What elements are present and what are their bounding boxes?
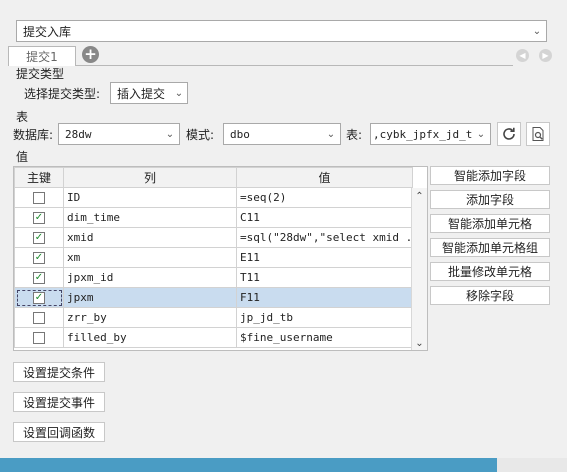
refresh-icon — [503, 127, 515, 140]
chevron-down-icon: ⌄ — [476, 128, 486, 140]
table-select[interactable]: ,cybk_jpfx_jd_tb ⌄ — [370, 123, 491, 145]
value-cell[interactable]: T11 — [236, 267, 413, 288]
column-name-cell[interactable]: zrr_by — [63, 307, 237, 328]
tab-strip-line — [8, 65, 513, 66]
column-name-cell[interactable]: jpxm — [63, 287, 237, 308]
primary-key-cell — [14, 307, 64, 328]
bottom-status-bar-right — [497, 458, 567, 472]
remove-field-button[interactable]: 移除字段 — [430, 286, 550, 305]
value-cell[interactable]: jp_jd_tb — [236, 307, 413, 328]
submit-mode-select[interactable]: 提交入库 ⌄ — [16, 20, 547, 42]
values-table-container: 主键 列 值 ID =seq(2) ✓ dim_time C11 ✓ xmid =sql("2… — [13, 166, 428, 351]
chevron-down-icon: ⌄ — [165, 128, 175, 140]
value-cell[interactable]: F11 — [236, 287, 413, 308]
chevron-down-icon: ⌄ — [326, 128, 336, 140]
column-name-cell[interactable]: ID — [63, 187, 237, 208]
primary-key-cell: ✓ — [14, 247, 64, 268]
table-row[interactable]: ✓ jpxm F11 — [14, 287, 413, 308]
scroll-down-icon[interactable]: ⌄ — [415, 338, 423, 349]
tab-scroll-right-icon[interactable]: ▶ — [539, 49, 552, 62]
values-table-header: 主键 列 值 — [14, 167, 413, 188]
primary-key-checkbox[interactable]: ✓ — [33, 271, 45, 284]
table-value: ,cybk_jpfx_jd_tb — [373, 127, 472, 141]
table-row[interactable]: ✓ jpxm_id T11 — [14, 267, 413, 288]
primary-key-cell — [14, 327, 64, 348]
column-name-cell[interactable]: xmid — [63, 227, 237, 248]
search-doc-icon — [532, 127, 544, 141]
table-row[interactable]: ✓ xmid =sql("28dw","select xmid ... — [14, 227, 413, 248]
submit-type-label: 选择提交类型: — [24, 87, 101, 101]
set-submit-condition-button[interactable]: 设置提交条件 — [13, 362, 105, 382]
table-label: 表: — [346, 128, 363, 142]
set-submit-event-button[interactable]: 设置提交事件 — [13, 392, 105, 412]
primary-key-checkbox[interactable]: ✓ — [33, 231, 45, 244]
values-table-scrollbar[interactable]: ⌃ ⌄ — [411, 188, 427, 350]
column-name-cell[interactable]: dim_time — [63, 207, 237, 228]
database-select[interactable]: 28dw ⌄ — [58, 123, 180, 145]
column-name-cell[interactable]: filled_by — [63, 327, 237, 348]
database-value: 28dw — [65, 127, 92, 141]
tab-scroll-left-icon[interactable]: ◀ — [516, 49, 529, 62]
table-row[interactable]: ID =seq(2) — [14, 187, 413, 208]
primary-key-checkbox[interactable] — [33, 191, 45, 204]
primary-key-checkbox[interactable] — [33, 311, 45, 324]
value-cell[interactable]: $fine_username — [236, 327, 413, 348]
values-section-title: 值 — [16, 150, 29, 164]
primary-key-cell: ✓ — [14, 227, 64, 248]
submit-mode-value: 提交入库 — [23, 24, 72, 39]
set-callback-button[interactable]: 设置回调函数 — [13, 422, 105, 442]
table-row[interactable]: zrr_by jp_jd_tb — [14, 307, 413, 328]
values-table: 主键 列 值 ID =seq(2) ✓ dim_time C11 ✓ xmid =sql("2… — [14, 167, 413, 348]
smart-add-cell-group-button[interactable]: 智能添加单元格组 — [430, 238, 550, 257]
header-column: 列 — [63, 167, 237, 188]
column-name-cell[interactable]: jpxm_id — [63, 267, 237, 288]
primary-key-cell: ✓ — [14, 267, 64, 288]
primary-key-checkbox[interactable]: ✓ — [33, 251, 45, 264]
schema-select[interactable]: dbo ⌄ — [223, 123, 341, 145]
header-key: 主键 — [14, 167, 64, 188]
submit-type-section-title: 提交类型 — [16, 67, 65, 81]
smart-add-cell-button[interactable]: 智能添加单元格 — [430, 214, 550, 233]
table-section-title: 表 — [16, 110, 29, 124]
add-field-button[interactable]: 添加字段 — [430, 190, 550, 209]
chevron-down-icon: ⌄ — [532, 25, 542, 37]
batch-edit-cell-button[interactable]: 批量修改单元格 — [430, 262, 550, 281]
submit-type-select[interactable]: 插入提交 ⌄ — [110, 82, 188, 104]
value-cell[interactable]: =sql("28dw","select xmid ... — [236, 227, 413, 248]
chevron-down-icon: ⌄ — [174, 87, 184, 99]
scroll-up-icon[interactable]: ⌃ — [415, 191, 423, 202]
value-cell[interactable]: C11 — [236, 207, 413, 228]
primary-key-cell — [14, 187, 64, 208]
schema-value: dbo — [230, 127, 250, 141]
bottom-status-bar — [0, 458, 497, 472]
value-cell[interactable]: =seq(2) — [236, 187, 413, 208]
table-row[interactable]: ✓ xm E11 — [14, 247, 413, 268]
refresh-button[interactable] — [497, 122, 521, 146]
primary-key-cell: ✓ — [14, 287, 64, 308]
table-row[interactable]: ✓ dim_time C11 — [14, 207, 413, 228]
value-cell[interactable]: E11 — [236, 247, 413, 268]
database-label: 数据库: — [13, 128, 54, 142]
primary-key-checkbox[interactable] — [33, 331, 45, 344]
schema-label: 模式: — [186, 128, 215, 142]
column-name-cell[interactable]: xm — [63, 247, 237, 268]
submit-type-value: 插入提交 — [117, 86, 166, 101]
tab-label: 提交1 — [26, 50, 58, 64]
tab-submit-1[interactable]: 提交1 — [8, 46, 76, 66]
header-value: 值 — [236, 167, 413, 188]
primary-key-checkbox[interactable]: ✓ — [33, 291, 45, 304]
primary-key-checkbox[interactable]: ✓ — [33, 211, 45, 224]
add-tab-button[interactable]: + — [82, 46, 99, 63]
smart-add-field-button[interactable]: 智能添加字段 — [430, 166, 550, 185]
primary-key-cell: ✓ — [14, 207, 64, 228]
preview-table-button[interactable] — [526, 122, 550, 146]
table-row[interactable]: filled_by $fine_username — [14, 327, 413, 348]
